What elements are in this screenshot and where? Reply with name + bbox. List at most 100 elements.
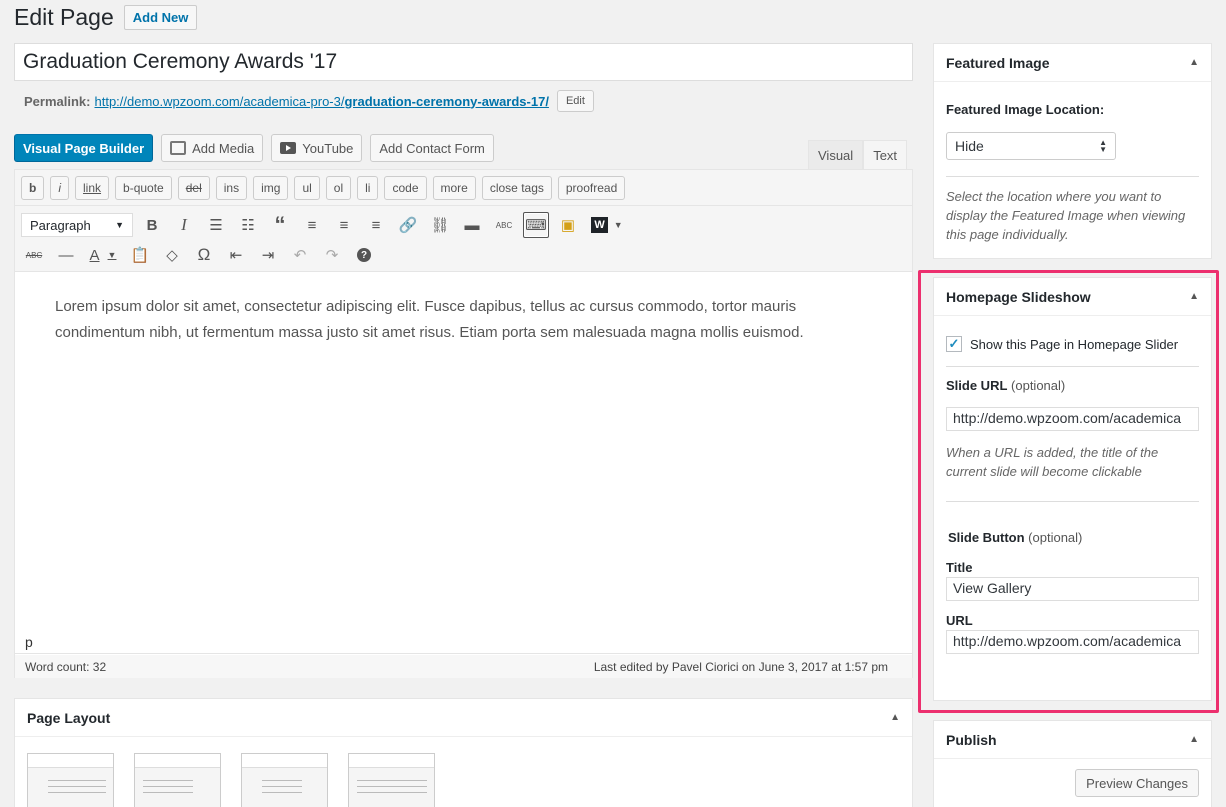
publish-header[interactable]: Publish ▲ bbox=[934, 721, 1211, 759]
format-select-value: Paragraph bbox=[30, 217, 91, 233]
slide-url-input[interactable]: http://demo.wpzoom.com/academica bbox=[946, 407, 1199, 431]
publish-box: Publish ▲ Preview Changes bbox=[933, 720, 1212, 807]
layout-options bbox=[15, 737, 912, 807]
page-layout-box: Page Layout ▲ bbox=[14, 698, 913, 807]
toolbar-toggle-icon[interactable]: ⌨ bbox=[523, 212, 549, 238]
align-left-icon[interactable]: ≡ bbox=[299, 212, 325, 238]
qt-link[interactable]: link bbox=[75, 175, 110, 200]
slide-button-url-input[interactable]: http://demo.wpzoom.com/academica bbox=[946, 630, 1199, 654]
bullet-list-icon[interactable]: ☰ bbox=[203, 212, 229, 238]
featured-image-location-select[interactable]: Hide ▲ ▼ bbox=[946, 132, 1116, 160]
slide-button-label: Slide Button bbox=[948, 530, 1025, 545]
media-icon bbox=[170, 141, 187, 155]
collapse-icon[interactable]: ▲ bbox=[1189, 57, 1199, 68]
editor-content[interactable]: Lorem ipsum dolor sit amet, consectetur … bbox=[15, 272, 912, 632]
format-select[interactable]: Paragraph ▼ bbox=[21, 213, 133, 237]
qt-proofread[interactable]: proofread bbox=[557, 175, 626, 200]
layout-option-sidebar-right[interactable] bbox=[134, 753, 221, 807]
featured-image-title: Featured Image bbox=[946, 54, 1050, 71]
link-icon[interactable]: 🔗 bbox=[395, 212, 421, 238]
numbered-list-icon[interactable]: ☷ bbox=[235, 212, 261, 238]
youtube-icon bbox=[280, 142, 297, 154]
align-center-icon[interactable]: ≡ bbox=[331, 212, 357, 238]
collapse-icon[interactable]: ▲ bbox=[1189, 734, 1199, 745]
read-more-icon[interactable]: ▬ bbox=[459, 212, 485, 238]
qt-close-tags[interactable]: close tags bbox=[481, 175, 552, 200]
qt-code[interactable]: code bbox=[384, 175, 427, 200]
featured-image-description: Select the location where you want to di… bbox=[946, 189, 1186, 242]
spellcheck-icon[interactable]: ABC bbox=[491, 212, 517, 238]
page-layout-header[interactable]: Page Layout ▲ bbox=[15, 699, 912, 737]
qt-bold[interactable]: b bbox=[21, 175, 45, 200]
toolbar-row-1: Paragraph ▼ B I ☰ ☷ “ ≡ ≡ ≡ 🔗 ⛓ ▬ ABC ⌨ ▣… bbox=[21, 210, 908, 240]
post-title-input[interactable]: Graduation Ceremony Awards '17 bbox=[14, 43, 913, 81]
bold-icon[interactable]: B bbox=[139, 212, 165, 238]
horizontal-line-icon[interactable]: — bbox=[53, 242, 79, 268]
permalink-edit-button[interactable]: Edit bbox=[556, 90, 594, 112]
slide-button-title-label: Title bbox=[946, 560, 973, 575]
align-right-icon[interactable]: ≡ bbox=[363, 212, 389, 238]
help-icon[interactable]: ? bbox=[351, 242, 377, 268]
tab-text[interactable]: Text bbox=[863, 140, 908, 170]
featured-image-location-value: Hide bbox=[955, 138, 984, 154]
special-char-icon[interactable]: Ω bbox=[191, 242, 217, 268]
undo-icon[interactable]: ↶ bbox=[287, 242, 313, 268]
permalink-label: Permalink: bbox=[24, 93, 91, 109]
unlink-icon[interactable]: ⛓ bbox=[427, 212, 453, 238]
slide-url-label-row: Slide URL (optional) bbox=[946, 378, 1199, 393]
qt-more[interactable]: more bbox=[432, 175, 476, 200]
qt-img[interactable]: img bbox=[253, 175, 289, 200]
slide-button-title-input[interactable]: View Gallery bbox=[946, 577, 1199, 601]
qt-del[interactable]: del bbox=[177, 175, 210, 200]
layout-option-sidebar-left[interactable] bbox=[27, 753, 114, 807]
blockquote-icon[interactable]: “ bbox=[267, 212, 293, 238]
redo-icon[interactable]: ↷ bbox=[319, 242, 345, 268]
wpzoom-icon[interactable]: W ▼ bbox=[587, 212, 627, 238]
youtube-button[interactable]: YouTube bbox=[271, 134, 363, 162]
homepage-slideshow-title: Homepage Slideshow bbox=[946, 288, 1091, 305]
qt-blockquote[interactable]: b-quote bbox=[115, 175, 172, 200]
add-new-button[interactable]: Add New bbox=[123, 5, 198, 30]
qt-li[interactable]: li bbox=[357, 175, 379, 200]
clear-format-icon[interactable]: ◇ bbox=[159, 242, 185, 268]
layout-option-full-width[interactable] bbox=[348, 753, 435, 807]
qt-ins[interactable]: ins bbox=[215, 175, 248, 200]
show-in-slider-row: ✓ Show this Page in Homepage Slider bbox=[946, 336, 1199, 352]
qt-italic[interactable]: i bbox=[50, 175, 70, 200]
element-path: p bbox=[15, 634, 912, 654]
add-contact-form-button[interactable]: Add Contact Form bbox=[370, 134, 494, 162]
editor-tabs: Visual Text bbox=[808, 140, 908, 170]
add-media-button[interactable]: Add Media bbox=[161, 134, 264, 162]
collapse-icon[interactable]: ▲ bbox=[1189, 291, 1199, 302]
media-buttons: Visual Page Builder Add Media YouTube Ad… bbox=[14, 134, 494, 162]
outdent-icon[interactable]: ⇤ bbox=[223, 242, 249, 268]
visual-page-builder-button[interactable]: Visual Page Builder bbox=[14, 134, 154, 162]
show-in-slider-checkbox[interactable]: ✓ bbox=[946, 336, 962, 352]
italic-icon[interactable]: I bbox=[171, 212, 197, 238]
featured-image-box: Featured Image ▲ Featured Image Location… bbox=[933, 43, 1212, 259]
text-color-icon[interactable]: A ▼ bbox=[85, 242, 121, 268]
gallery-icon[interactable]: ▣ bbox=[555, 212, 581, 238]
layout-option-both-sidebars[interactable] bbox=[241, 753, 328, 807]
slide-url-label: Slide URL bbox=[946, 378, 1008, 393]
visual-page-builder-label: Visual Page Builder bbox=[23, 140, 145, 156]
page-layout-title: Page Layout bbox=[27, 709, 111, 726]
preview-changes-button[interactable]: Preview Changes bbox=[1075, 769, 1199, 797]
tab-visual[interactable]: Visual bbox=[808, 140, 864, 170]
qt-ol[interactable]: ol bbox=[325, 175, 352, 200]
slide-url-description: When a URL is added, the title of the cu… bbox=[946, 445, 1159, 479]
indent-icon[interactable]: ⇥ bbox=[255, 242, 281, 268]
homepage-slideshow-header[interactable]: Homepage Slideshow ▲ bbox=[934, 278, 1211, 316]
word-count: Word count: 32 bbox=[25, 659, 107, 674]
featured-image-header[interactable]: Featured Image ▲ bbox=[934, 44, 1211, 82]
featured-image-location-label: Featured Image Location: bbox=[946, 102, 1105, 117]
paste-text-icon[interactable]: 📋 bbox=[127, 242, 153, 268]
qt-ul[interactable]: ul bbox=[294, 175, 320, 200]
add-contact-form-label: Add Contact Form bbox=[379, 140, 485, 156]
permalink-link[interactable]: http://demo.wpzoom.com/academica-pro-3/g… bbox=[94, 94, 552, 109]
permalink-row: Permalink: http://demo.wpzoom.com/academ… bbox=[24, 90, 594, 112]
strikethrough-icon[interactable]: ABC bbox=[21, 242, 47, 268]
collapse-icon[interactable]: ▲ bbox=[890, 712, 900, 723]
add-media-label: Add Media bbox=[192, 140, 255, 156]
slide-url-optional: (optional) bbox=[1011, 378, 1066, 393]
